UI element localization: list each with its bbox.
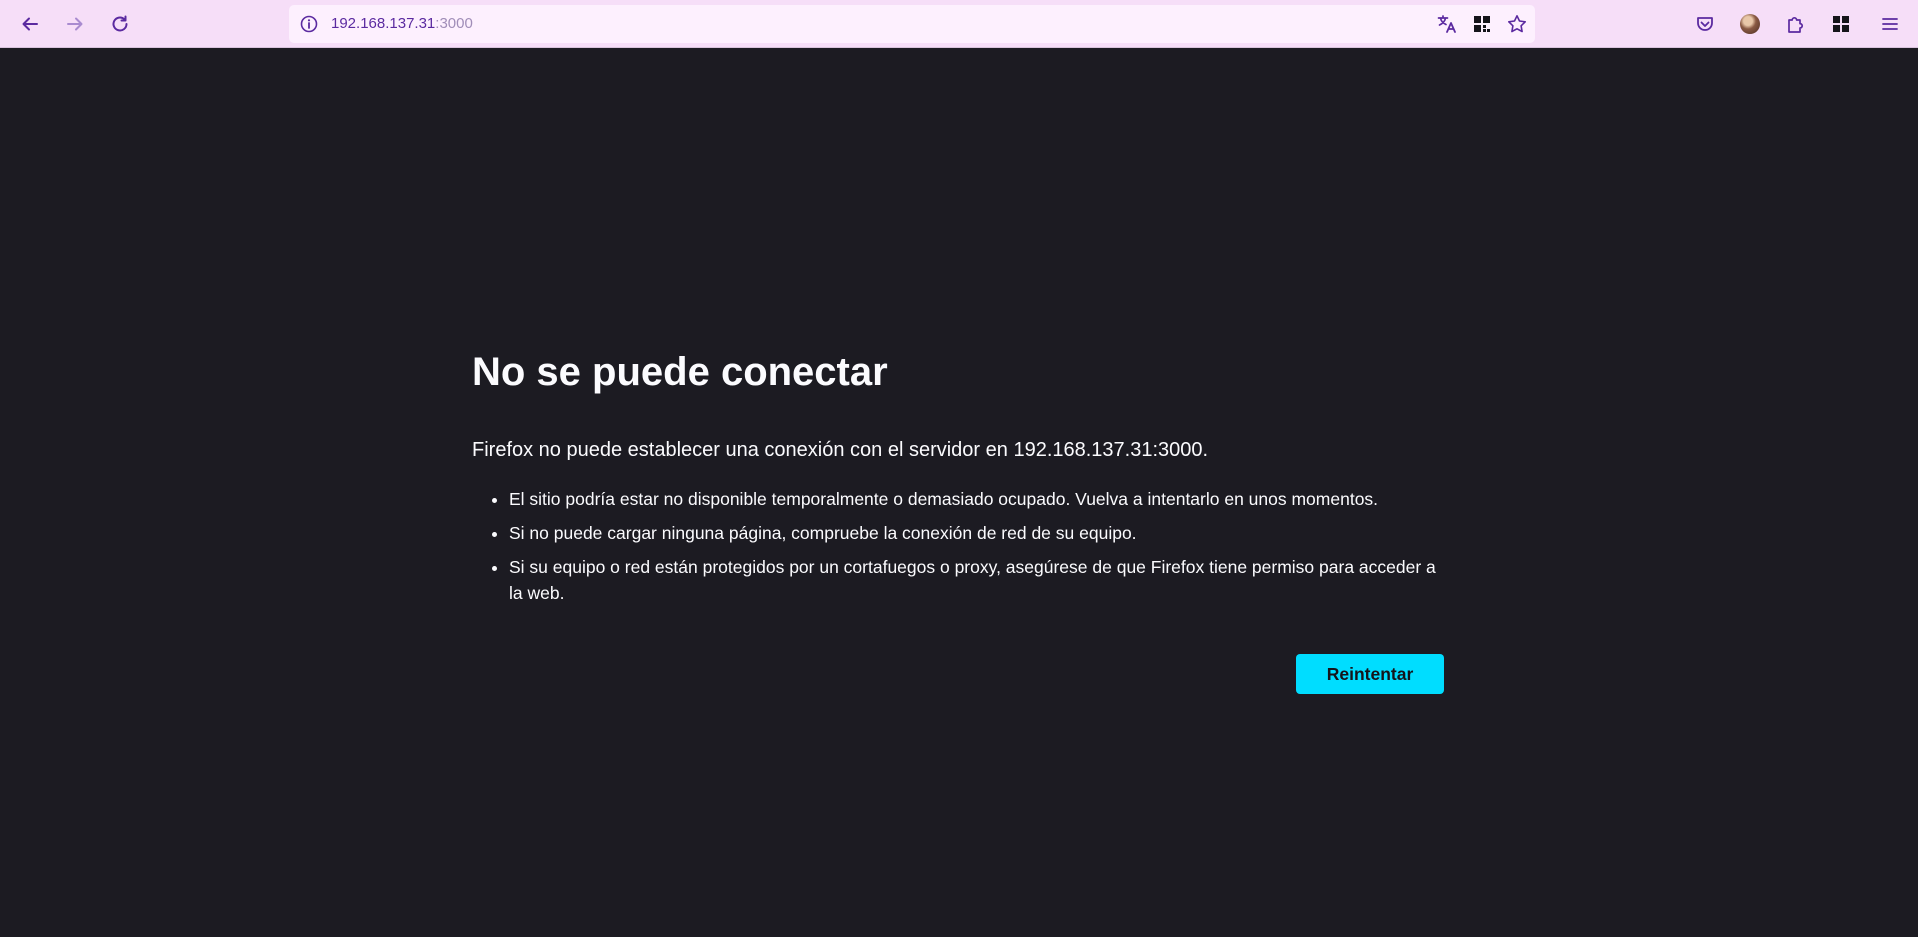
list-item: Si no puede cargar ninguna página, compr… [509,520,1444,546]
reason-list: El sitio podría estar no disponible temp… [472,486,1444,614]
apps-button[interactable] [1825,8,1857,40]
extensions-button[interactable] [1779,8,1811,40]
account-button[interactable] [1734,8,1766,40]
apps-grid-icon [1831,14,1851,34]
list-item: Si su equipo o red están protegidos por … [509,554,1444,606]
qr-code-icon[interactable] [1470,12,1494,36]
browser-toolbar: 192.168.137.31:3000 [0,0,1918,48]
forward-button[interactable] [59,8,91,40]
account-avatar [1740,14,1760,34]
retry-button[interactable]: Reintentar [1296,654,1444,694]
url-text[interactable]: 192.168.137.31:3000 [331,5,473,43]
reload-button[interactable] [104,8,136,40]
url-bar[interactable]: 192.168.137.31:3000 [289,5,1535,43]
url-host: 192.168.137.31 [331,15,436,32]
error-description: Firefox no puede establecer una conexión… [472,439,1209,461]
url-port: :3000 [435,15,473,32]
hamburger-menu-icon [1880,14,1900,34]
pocket-icon [1694,13,1716,35]
puzzle-piece-icon [1784,13,1806,35]
pocket-button[interactable] [1689,8,1721,40]
star-icon[interactable] [1505,12,1529,36]
arrow-left-icon [19,13,41,35]
back-button[interactable] [14,8,46,40]
error-page: No se puede conectar Firefox no puede es… [472,330,1444,694]
page-title: No se puede conectar [472,350,888,394]
reload-icon [109,13,131,35]
info-icon[interactable] [297,12,321,36]
translate-icon[interactable] [1435,12,1459,36]
list-item: El sitio podría estar no disponible temp… [509,486,1444,512]
arrow-right-icon [64,13,86,35]
menu-button[interactable] [1874,8,1906,40]
